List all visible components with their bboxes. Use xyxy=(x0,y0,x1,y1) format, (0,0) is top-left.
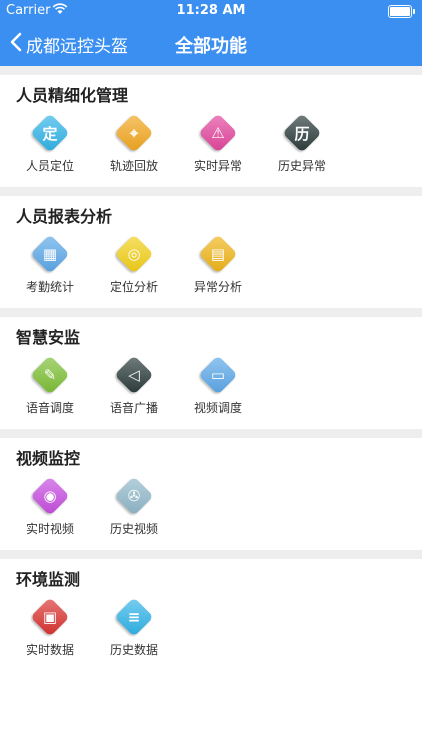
function-item[interactable]: ▣ 实时数据 xyxy=(8,595,92,671)
function-item[interactable]: ⌖ 轨迹回放 xyxy=(92,111,176,187)
function-label: 历史视频 xyxy=(109,522,158,536)
icon-glyph: ▦ xyxy=(42,245,58,263)
section-divider xyxy=(0,550,422,559)
icon-glyph: ✇ xyxy=(127,487,141,505)
icon-glyph: ⚠ xyxy=(211,124,225,142)
page-title: 全部功能 xyxy=(0,32,422,58)
function-item[interactable]: ▭ 视频调度 xyxy=(176,353,260,429)
function-label: 语音广播 xyxy=(109,401,158,415)
function-item[interactable]: ◁ 语音广播 xyxy=(92,353,176,429)
function-grid: ▦ 考勤统计 ◎ 定位分析 ▤ 异常分析 xyxy=(0,232,422,308)
icon-glyph: ◁ xyxy=(128,366,140,384)
section-title: 人员精细化管理 xyxy=(16,86,129,105)
route-pin-icon: ⌖ xyxy=(114,113,154,153)
section-divider xyxy=(0,66,422,75)
section-1: 人员精细化管理定人员定位 ⌖ 轨迹回放 ⚠ 实时异常 历历史异常 xyxy=(0,75,422,187)
icon-glyph: ≡ xyxy=(127,608,141,626)
function-label: 实时异常 xyxy=(193,159,242,173)
function-item[interactable]: ✇ 历史视频 xyxy=(92,474,176,550)
function-item[interactable]: ◎ 定位分析 xyxy=(92,232,176,308)
section-2: 人员报表分析 ▦ 考勤统计 ◎ 定位分析 ▤ 异常分析 xyxy=(0,196,422,308)
section-divider xyxy=(0,308,422,317)
monitor-icon: ▭ xyxy=(198,355,238,395)
section-title: 人员报表分析 xyxy=(16,207,113,226)
section-title: 智慧安监 xyxy=(16,328,81,347)
report-search-icon: ▤ xyxy=(198,234,238,274)
section-4: 视频监控 ◉ 实时视频 ✇ 历史视频 xyxy=(0,438,422,550)
function-label: 实时数据 xyxy=(25,643,74,657)
function-item[interactable]: ▦ 考勤统计 xyxy=(8,232,92,308)
function-item[interactable]: ✎ 语音调度 xyxy=(8,353,92,429)
app-header: Carrier 11:28 AM 成都远控头盔 全部功能 xyxy=(0,0,422,66)
function-label: 考勤统计 xyxy=(25,280,74,294)
function-list: 人员精细化管理定人员定位 ⌖ 轨迹回放 ⚠ 实时异常 历历史异常人员报表分析 ▦ 考勤统计 ◎ 定… xyxy=(0,66,422,671)
target-icon: ◎ xyxy=(114,234,154,274)
function-grid: ✎ 语音调度 ◁ 语音广播 ▭ 视频调度 xyxy=(0,353,422,429)
section-title: 视频监控 xyxy=(16,449,81,468)
icon-glyph: ⌖ xyxy=(129,124,139,142)
icon-glyph: ▣ xyxy=(42,608,58,626)
function-item[interactable]: ▤ 异常分析 xyxy=(176,232,260,308)
speaker-icon: ◁ xyxy=(114,355,154,395)
section-5: 环境监测 ▣ 实时数据 ≡ 历史数据 xyxy=(0,559,422,671)
function-label: 定位分析 xyxy=(109,280,158,294)
icon-glyph: 定 xyxy=(42,124,58,143)
icon-glyph: ◉ xyxy=(43,487,57,505)
presentation-chart-icon: ▣ xyxy=(30,597,70,637)
icon-glyph: 历 xyxy=(294,124,310,143)
function-grid: ◉ 实时视频 ✇ 历史视频 xyxy=(0,474,422,550)
function-label: 历史数据 xyxy=(109,643,158,657)
status-time: 11:28 AM xyxy=(176,3,246,18)
warning-icon: ⚠ xyxy=(198,113,238,153)
function-label: 人员定位 xyxy=(25,159,74,173)
section-divider xyxy=(0,429,422,438)
function-label: 视频调度 xyxy=(193,401,242,415)
function-item[interactable]: ⚠ 实时异常 xyxy=(176,111,260,187)
function-grid: ▣ 实时数据 ≡ 历史数据 xyxy=(0,595,422,671)
status-bar: Carrier 11:28 AM xyxy=(0,0,422,22)
function-label: 轨迹回放 xyxy=(109,159,158,173)
function-item[interactable]: ≡ 历史数据 xyxy=(92,595,176,671)
icon-glyph: ▤ xyxy=(210,245,226,263)
icon-glyph: ✎ xyxy=(43,366,57,384)
battery-icon xyxy=(388,5,415,18)
function-item[interactable]: 历历史异常 xyxy=(260,111,344,187)
function-item[interactable]: 定人员定位 xyxy=(8,111,92,187)
icon-glyph: ◎ xyxy=(127,245,141,263)
data-list-icon: ≡ xyxy=(114,597,154,637)
function-grid: 定人员定位 ⌖ 轨迹回放 ⚠ 实时异常 历历史异常 xyxy=(0,111,422,187)
function-item[interactable]: ◉ 实时视频 xyxy=(8,474,92,550)
attendance-icon: ▦ xyxy=(30,234,70,274)
film-reel-icon: ✇ xyxy=(114,476,154,516)
microphone-icon: ✎ xyxy=(30,355,70,395)
function-label: 语音调度 xyxy=(25,401,74,415)
section-3: 智慧安监 ✎ 语音调度 ◁ 语音广播 ▭ 视频调度 xyxy=(0,317,422,429)
history-badge-icon: 历 xyxy=(282,113,322,153)
location-badge-icon: 定 xyxy=(30,113,70,153)
function-label: 异常分析 xyxy=(193,280,242,294)
section-divider xyxy=(0,187,422,196)
function-label: 历史异常 xyxy=(277,159,326,173)
page-title-text: 全部功能 xyxy=(175,36,247,57)
function-label: 实时视频 xyxy=(25,522,74,536)
camera-icon: ◉ xyxy=(30,476,70,516)
icon-glyph: ▭ xyxy=(210,366,226,384)
section-title: 环境监测 xyxy=(16,570,81,589)
